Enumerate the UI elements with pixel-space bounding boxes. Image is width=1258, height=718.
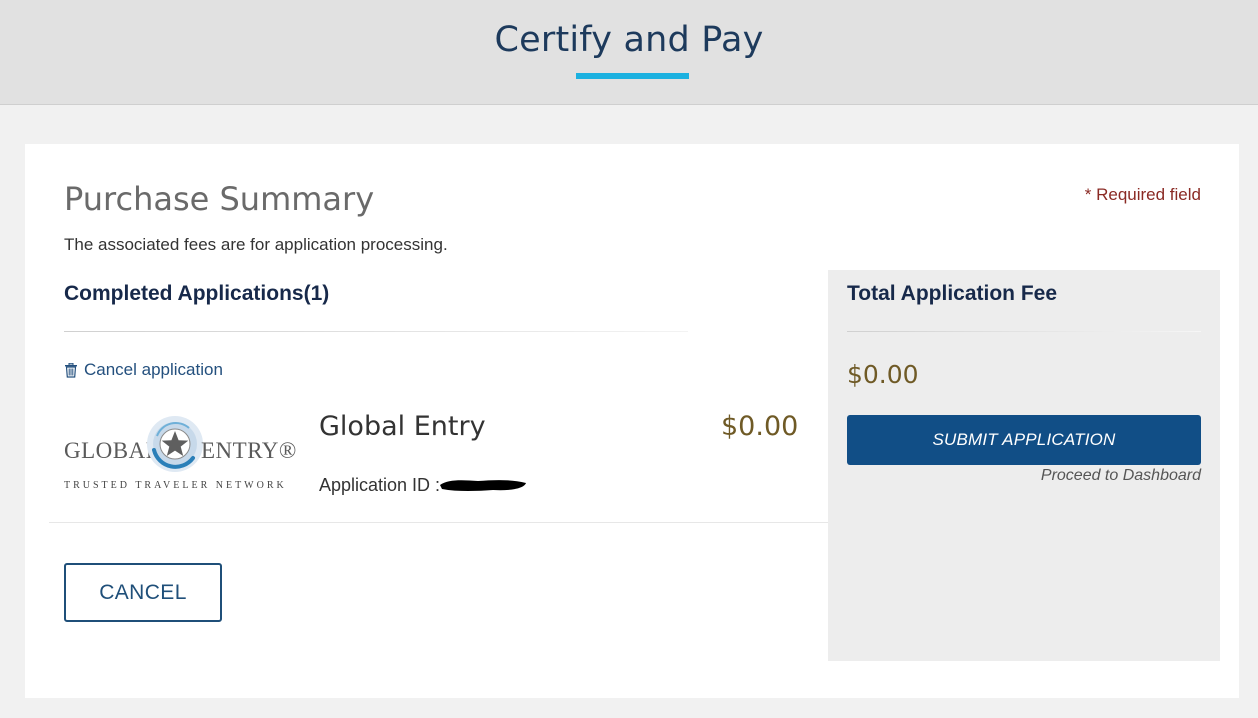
section-divider bbox=[64, 331, 688, 332]
cancel-button[interactable]: CANCEL bbox=[64, 563, 222, 622]
proceed-to-dashboard-text: Proceed to Dashboard bbox=[1040, 467, 1201, 484]
total-fee-panel: Total Application Fee $0.00 SUBMIT APPLI… bbox=[828, 270, 1220, 661]
logo-tagline: TRUSTED TRAVELER NETWORK bbox=[64, 480, 287, 491]
fees-description: The associated fees are for application … bbox=[64, 235, 448, 254]
program-fee: $0.00 bbox=[721, 411, 799, 442]
cancel-application-label: Cancel application bbox=[84, 360, 223, 379]
total-fee-amount: $0.00 bbox=[847, 360, 919, 389]
title-underline bbox=[576, 73, 689, 79]
fee-panel-divider bbox=[847, 331, 1201, 332]
purchase-summary-title: Purchase Summary bbox=[64, 180, 375, 218]
required-field-note: * Required field bbox=[1084, 185, 1201, 204]
submit-application-button[interactable]: SUBMIT APPLICATION bbox=[847, 415, 1201, 465]
redaction-mark bbox=[440, 480, 526, 491]
program-name: Global Entry bbox=[319, 411, 486, 442]
completed-applications-heading: Completed Applications(1) bbox=[64, 282, 330, 305]
page-header: Certify and Pay bbox=[0, 0, 1258, 105]
page-title: Certify and Pay bbox=[494, 20, 764, 60]
row-divider bbox=[49, 522, 828, 523]
purchase-summary-card: Purchase Summary * Required field The as… bbox=[25, 144, 1239, 698]
global-entry-logo: GLOBAL ENTRY® TRUSTED TRAVELER NETWORK bbox=[61, 408, 296, 496]
application-id-label: Application ID : bbox=[319, 475, 441, 495]
star-emblem-icon bbox=[147, 416, 203, 472]
trash-icon bbox=[65, 362, 77, 378]
total-fee-title: Total Application Fee bbox=[847, 282, 1058, 305]
cancel-application-link[interactable]: Cancel application bbox=[64, 360, 223, 380]
logo-text-entry: ENTRY® bbox=[201, 438, 297, 463]
